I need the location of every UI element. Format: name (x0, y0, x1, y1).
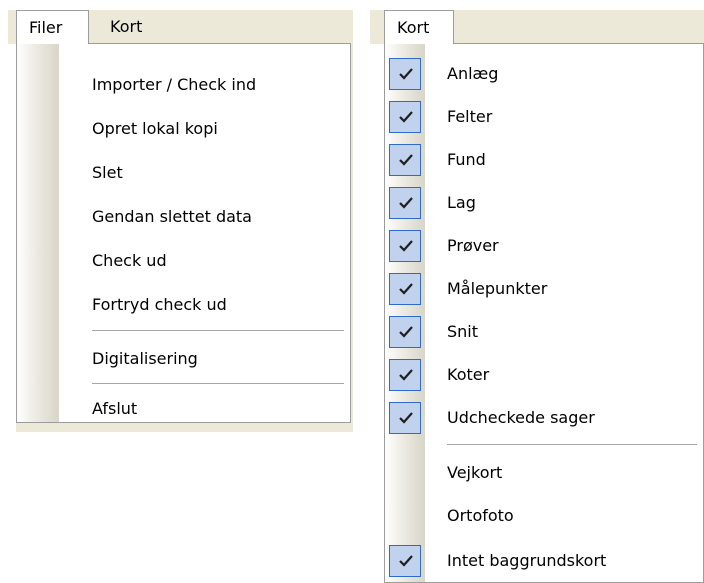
menu-item-label: Snit (447, 322, 479, 341)
menu-item-label: Udcheckede sager (447, 408, 595, 427)
menu-filer[interactable]: Filer (16, 10, 89, 44)
menu-item-label: Slet (92, 163, 123, 182)
menu-item-afslut[interactable]: Afslut (17, 387, 350, 431)
menu-item-anlæg[interactable]: Anlæg (385, 52, 703, 96)
menu-item-label: Ortofoto (447, 506, 514, 525)
menu-item-label: Fund (447, 150, 486, 169)
menu-bar: Kort (370, 10, 704, 44)
menu-item-label: Felter (447, 107, 493, 126)
check-icon (399, 68, 413, 80)
check-box (389, 144, 421, 176)
menu-item-koter[interactable]: Koter (385, 353, 703, 397)
menu-separator (92, 330, 344, 331)
menu-bar: Filer Kort (8, 10, 353, 44)
menu-item-label: Fortryd check ud (92, 295, 227, 314)
check-box (389, 359, 421, 391)
menu-item-felter[interactable]: Felter (385, 95, 703, 139)
menu-item-fund[interactable]: Fund (385, 138, 703, 182)
menu-item-gendan-slettet-data[interactable]: Gendan slettet data (17, 195, 350, 239)
menu-item-label: Prøver (447, 236, 499, 255)
menu-item-prøver[interactable]: Prøver (385, 224, 703, 268)
menu-item-check-ud[interactable]: Check ud (17, 239, 350, 283)
menu-item-vejkort[interactable]: Vejkort (385, 451, 703, 495)
menu-item-intet-baggrundskort[interactable]: Intet baggrundskort (385, 539, 703, 583)
menu-item-fortryd-check-ud[interactable]: Fortryd check ud (17, 283, 350, 327)
check-box (389, 273, 421, 305)
menu-item-lag[interactable]: Lag (385, 181, 703, 225)
menu-item-label: Digitalisering (92, 349, 198, 368)
check-box (389, 101, 421, 133)
menu-item-label: Koter (447, 365, 490, 384)
background-content (8, 44, 16, 432)
check-icon (399, 154, 413, 166)
background-content (370, 44, 384, 583)
check-icon (399, 555, 413, 567)
menu-item-label: Lag (447, 193, 476, 212)
filer-dropdown: Importer / Check ind Opret lokal kopi Sl… (16, 43, 351, 423)
menu-item-label: Check ud (92, 251, 167, 270)
check-icon (399, 197, 413, 209)
menu-item-udcheckede-sager[interactable]: Udcheckede sager (385, 396, 703, 440)
check-icon (399, 412, 413, 424)
menu-item-digitalisering[interactable]: Digitalisering (17, 337, 350, 381)
menu-item-snit[interactable]: Snit (385, 310, 703, 354)
menu-item-label: Intet baggrundskort (447, 551, 607, 570)
kort-window: Kort Anlæg Felter Fund Lag Prøver Målepunkter… (370, 10, 704, 583)
menu-separator (92, 383, 344, 384)
filer-window: Filer Kort Importer / Check ind Opret lo… (8, 10, 353, 432)
menu-item-label: Vejkort (447, 463, 503, 482)
menu-item-slet[interactable]: Slet (17, 151, 350, 195)
menu-item-label: Målepunkter (447, 279, 548, 298)
menu-item-label: Opret lokal kopi (92, 119, 218, 138)
check-icon (399, 283, 413, 295)
check-box (389, 402, 421, 434)
check-icon (399, 111, 413, 123)
menu-kort[interactable]: Kort (384, 10, 454, 44)
menu-item-label: Anlæg (447, 64, 499, 83)
menu-item-opret-lokal-kopi[interactable]: Opret lokal kopi (17, 107, 350, 151)
menu-item-ortofoto[interactable]: Ortofoto (385, 494, 703, 538)
check-icon (399, 240, 413, 252)
menu-item-label: Afslut (92, 399, 138, 418)
check-icon (399, 369, 413, 381)
menu-separator (447, 444, 697, 445)
menu-kort[interactable]: Kort (98, 10, 168, 44)
menu-item-label: Gendan slettet data (92, 207, 252, 226)
menu-item-importer-check-ind[interactable]: Importer / Check ind (17, 63, 350, 107)
check-box (389, 545, 421, 577)
menu-item-label: Importer / Check ind (92, 75, 257, 94)
menu-item-målepunkter[interactable]: Målepunkter (385, 267, 703, 311)
check-icon (399, 326, 413, 338)
check-box (389, 316, 421, 348)
check-box (389, 230, 421, 262)
check-box (389, 187, 421, 219)
check-box (389, 58, 421, 90)
kort-dropdown: Anlæg Felter Fund Lag Prøver Målepunkter Snit K… (384, 43, 704, 583)
